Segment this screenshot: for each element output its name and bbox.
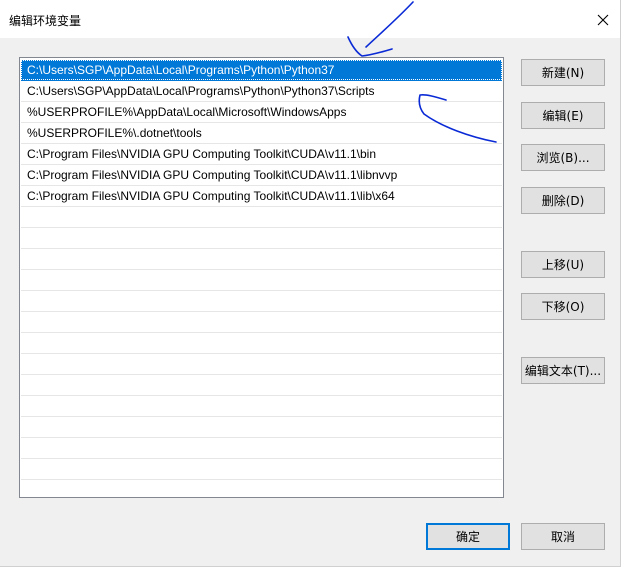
title-bar: 编辑环境变量	[0, 0, 620, 38]
move-down-button[interactable]: 下移(O)	[521, 293, 605, 320]
path-list-item-text: C:\Users\SGP\AppData\Local\Programs\Pyth…	[27, 63, 335, 77]
ok-button[interactable]: 确定	[426, 523, 510, 550]
move-up-button[interactable]: 上移(U)	[521, 251, 605, 278]
path-list-item[interactable]: %USERPROFILE%\AppData\Local\Microsoft\Wi…	[21, 102, 502, 123]
path-list-item-text: %USERPROFILE%\AppData\Local\Microsoft\Wi…	[27, 105, 347, 119]
empty-list-row[interactable]	[21, 333, 502, 354]
edit-text-button[interactable]: 编辑文本(T)...	[521, 357, 605, 384]
empty-list-row[interactable]	[21, 228, 502, 249]
path-list-item-text: C:\Program Files\NVIDIA GPU Computing To…	[27, 189, 395, 203]
close-icon	[597, 14, 609, 26]
empty-list-row[interactable]	[21, 480, 502, 497]
path-list-item-text: C:\Program Files\NVIDIA GPU Computing To…	[27, 168, 398, 182]
close-button[interactable]	[586, 4, 620, 36]
empty-list-row[interactable]	[21, 417, 502, 438]
empty-list-row[interactable]	[21, 249, 502, 270]
empty-list-row[interactable]	[21, 375, 502, 396]
new-button[interactable]: 新建(N)	[521, 59, 605, 86]
edit-button[interactable]: 编辑(E)	[521, 102, 605, 129]
path-list-item-text: C:\Program Files\NVIDIA GPU Computing To…	[27, 147, 377, 161]
empty-list-row[interactable]	[21, 438, 502, 459]
empty-list-row[interactable]	[21, 270, 502, 291]
empty-list-row[interactable]	[21, 312, 502, 333]
edit-environment-variable-dialog: 编辑环境变量 C:\Users\SGP\AppData\Local\Progra…	[0, 0, 621, 567]
empty-list-row[interactable]	[21, 396, 502, 417]
path-list-item[interactable]: C:\Users\SGP\AppData\Local\Programs\Pyth…	[21, 60, 502, 81]
path-list[interactable]: C:\Users\SGP\AppData\Local\Programs\Pyth…	[19, 57, 504, 498]
path-list-item[interactable]: C:\Users\SGP\AppData\Local\Programs\Pyth…	[21, 81, 502, 102]
cancel-button[interactable]: 取消	[521, 523, 605, 550]
delete-button[interactable]: 删除(D)	[521, 187, 605, 214]
empty-list-row[interactable]	[21, 207, 502, 228]
path-list-item-text: %USERPROFILE%\.dotnet\tools	[27, 126, 202, 140]
path-list-item-text: C:\Users\SGP\AppData\Local\Programs\Pyth…	[27, 84, 375, 98]
empty-list-row[interactable]	[21, 459, 502, 480]
path-list-item[interactable]: C:\Program Files\NVIDIA GPU Computing To…	[21, 144, 502, 165]
dialog-title: 编辑环境变量	[9, 14, 82, 28]
empty-list-row[interactable]	[21, 354, 502, 375]
path-list-item[interactable]: C:\Program Files\NVIDIA GPU Computing To…	[21, 186, 502, 207]
path-list-item[interactable]: %USERPROFILE%\.dotnet\tools	[21, 123, 502, 144]
browse-button[interactable]: 浏览(B)...	[521, 144, 605, 171]
empty-list-row[interactable]	[21, 291, 502, 312]
path-list-item[interactable]: C:\Program Files\NVIDIA GPU Computing To…	[21, 165, 502, 186]
